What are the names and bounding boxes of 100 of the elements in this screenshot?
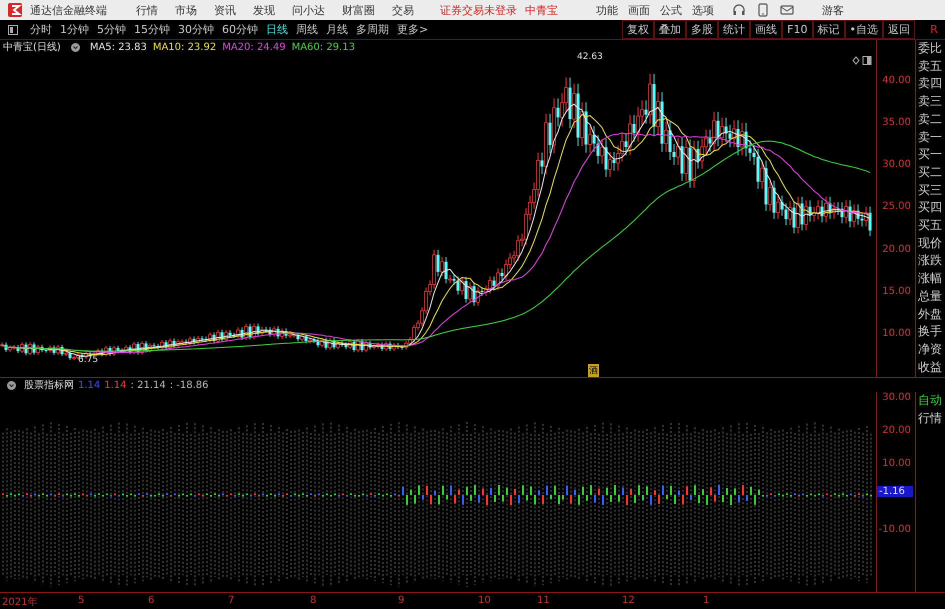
- quote-label[interactable]: 卖三: [916, 93, 945, 111]
- chart-tools-icon[interactable]: [852, 56, 872, 65]
- toolbar-button[interactable]: 统计: [718, 20, 750, 39]
- date-label: 12: [622, 595, 635, 606]
- period-tab[interactable]: 60分钟: [222, 22, 258, 37]
- ma-value: MA20: 24.49: [222, 42, 286, 52]
- dropdown-icon[interactable]: [7, 380, 16, 390]
- quote-label[interactable]: 涨幅: [916, 270, 945, 288]
- toolbar-button[interactable]: 标记: [812, 20, 844, 39]
- period-tab[interactable]: 月线: [326, 22, 348, 37]
- quote-label[interactable]: 涨跌: [916, 252, 945, 270]
- quote-label[interactable]: 收益: [916, 358, 945, 376]
- indicator-name[interactable]: 股票指标网: [24, 378, 74, 392]
- date-label: 7: [228, 595, 234, 606]
- current-value-badge: -1.16: [877, 486, 913, 497]
- quote-label[interactable]: 卖二: [916, 110, 945, 129]
- app-title: 通达信金融终端: [30, 2, 108, 18]
- date-label: 5: [78, 595, 84, 606]
- corner-label: R: [929, 23, 939, 36]
- quote-label[interactable]: 买一: [916, 146, 945, 164]
- period-tab[interactable]: 多周期: [356, 22, 389, 37]
- user-name[interactable]: 游客: [822, 2, 844, 18]
- stock-name: 中青宝: [525, 2, 558, 18]
- ma-value: MA10: 23.92: [152, 42, 216, 52]
- quote-label[interactable]: 换手: [916, 323, 945, 341]
- axis-label: 35.00: [882, 117, 911, 128]
- period-tab[interactable]: 15分钟: [134, 22, 170, 37]
- quote-label[interactable]: 买五: [916, 217, 945, 235]
- mail-icon[interactable]: [780, 4, 794, 16]
- menu-item[interactable]: 市场: [175, 2, 197, 18]
- quote-label[interactable]: 卖一: [916, 128, 945, 146]
- menu-item[interactable]: 财富圈: [342, 2, 375, 18]
- quote-label[interactable]: 买二: [916, 164, 945, 182]
- axis-label: 20.00: [882, 425, 911, 436]
- date-label: 10: [478, 595, 491, 606]
- toolbar-button[interactable]: 多股: [686, 20, 718, 39]
- quote-label[interactable]: 外盘: [916, 306, 945, 324]
- quote-label[interactable]: 总量: [916, 288, 945, 306]
- quote-label[interactable]: 委比: [916, 40, 945, 58]
- menu-item[interactable]: 画面: [628, 2, 650, 18]
- toolbar-button[interactable]: F10: [782, 20, 812, 39]
- period-tab[interactable]: 1分钟: [60, 22, 89, 37]
- period-tab[interactable]: 日线: [266, 22, 288, 37]
- quote-label[interactable]: 现价: [916, 234, 945, 252]
- axis-label: 10.00: [882, 458, 911, 469]
- indicator-value: : -18.86: [170, 380, 209, 390]
- high-price-label: 42.63: [577, 52, 603, 62]
- axis-label: 25.00: [882, 201, 911, 212]
- menu-item[interactable]: 问小达: [292, 2, 325, 18]
- axis-label: 20.00: [882, 244, 911, 255]
- period-tab[interactable]: 30分钟: [178, 22, 214, 37]
- quote-label[interactable]: 卖五: [916, 58, 945, 76]
- toolbar-button[interactable]: 叠加: [654, 20, 686, 39]
- axis-label: 40.00: [882, 75, 911, 86]
- menu-item[interactable]: 发现: [253, 2, 275, 18]
- axis-label: 15.00: [882, 286, 911, 297]
- period-tab[interactable]: 5分钟: [97, 22, 126, 37]
- period-tab[interactable]: 分时: [30, 22, 52, 37]
- axis-label: 30.00: [882, 392, 911, 403]
- period-tab[interactable]: 周线: [296, 22, 318, 37]
- menu-item[interactable]: 功能: [596, 2, 618, 18]
- more-link[interactable]: 更多>: [397, 22, 428, 37]
- quote-label[interactable]: 买三: [916, 182, 945, 200]
- toolbar-button[interactable]: 画线: [750, 20, 782, 39]
- event-marker[interactable]: 酒: [588, 364, 599, 377]
- axis-label: -10.00: [878, 524, 911, 535]
- logo-icon: [8, 3, 22, 17]
- date-label: 6: [148, 595, 154, 606]
- date-label: 8: [310, 595, 316, 606]
- login-notice[interactable]: 证券交易未登录: [440, 2, 517, 18]
- date-label: 1: [703, 595, 710, 606]
- low-price-label: 6.75: [78, 355, 98, 365]
- quote-label[interactable]: 买四: [916, 199, 945, 218]
- date-label: 11: [537, 595, 550, 606]
- indicator-value: : 21.14: [130, 380, 166, 390]
- ma-value: MA60: 29.13: [292, 42, 355, 52]
- toolbar-button[interactable]: 复权: [622, 20, 654, 39]
- menu-item[interactable]: 资讯: [214, 2, 236, 18]
- ma-value: MA5: 23.83: [90, 42, 147, 52]
- date-label: 2021年: [2, 596, 38, 609]
- dropdown-icon[interactable]: [70, 42, 80, 52]
- menu-item[interactable]: 选项: [692, 2, 714, 18]
- toolbar-button[interactable]: 返回: [883, 20, 915, 39]
- quote-label[interactable]: 卖四: [916, 75, 945, 94]
- axis-label: 30.00: [882, 159, 911, 170]
- indicator-value: 1.14: [104, 380, 127, 390]
- date-label: 9: [398, 595, 404, 606]
- toolbar-button[interactable]: •自选: [844, 20, 883, 39]
- phone-icon[interactable]: [758, 3, 768, 17]
- menu-item[interactable]: 公式: [660, 2, 682, 18]
- quote-label[interactable]: 净资: [916, 340, 945, 359]
- side-label[interactable]: 自动: [916, 392, 945, 410]
- menu-item[interactable]: 行情: [136, 2, 158, 18]
- panel-toggle-icon[interactable]: [8, 24, 18, 34]
- chart-title: 中青宝(日线): [3, 40, 61, 54]
- side-label[interactable]: 行情: [916, 410, 945, 428]
- indicator-value: 1.14: [78, 380, 100, 390]
- axis-label: 10.00: [882, 328, 911, 339]
- headset-icon[interactable]: [732, 3, 746, 17]
- menu-item[interactable]: 交易: [392, 2, 414, 18]
